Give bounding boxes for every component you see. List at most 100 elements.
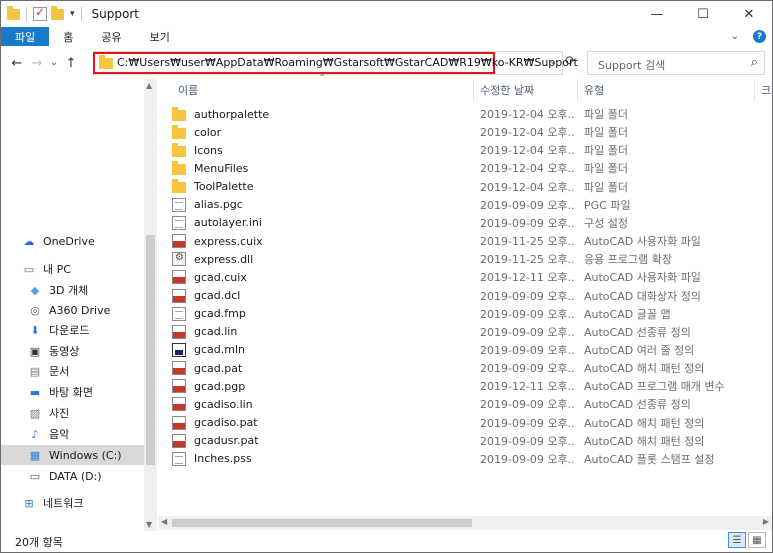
table-row[interactable]: gcad.mln 2019-09-09 오후... AutoCAD 여러 줄 정의 — [172, 341, 772, 359]
table-row[interactable]: autolayer.ini 2019-09-09 오후... 구성 설정 — [172, 214, 772, 232]
help-icon[interactable]: ? — [753, 30, 766, 43]
file-name-cell[interactable]: express.dll — [172, 250, 472, 268]
table-row[interactable]: alias.pgc 2019-09-09 오후... PGC 파일 — [172, 196, 772, 214]
table-row[interactable]: gcad.pat 2019-09-09 오후... AutoCAD 해치 패턴 정의 — [172, 359, 772, 377]
sidebar-item-label: 음악 — [49, 428, 70, 441]
navigation-scrollbar[interactable]: ▲ ▼ — [144, 79, 157, 531]
table-row[interactable]: gcadusr.pat 2019-09-09 오후... AutoCAD 해치 패턴… — [172, 432, 772, 450]
status-bar: 20개 항목 — [1, 531, 772, 552]
scrollbar-thumb[interactable] — [172, 519, 472, 527]
file-name-cell[interactable]: authorpalette — [172, 105, 472, 123]
expand-ribbon-icon[interactable]: ⌄ — [731, 31, 739, 42]
sidebar-item-music[interactable]: ♪ 음악 — [27, 424, 69, 444]
new-folder-icon[interactable] — [51, 5, 64, 20]
sidebar-item-network[interactable]: ⊞ 네트워크 — [21, 493, 83, 513]
sidebar-item-videos[interactable]: ▣ 동영상 — [27, 341, 80, 361]
file-date: 2019-11-25 오후... — [480, 253, 575, 267]
file-name-cell[interactable]: gcadusr.pat — [172, 432, 472, 450]
file-name-cell[interactable]: gcad.lin — [172, 323, 472, 341]
table-row[interactable]: express.dll 2019-11-25 오후... 응용 프로그램 확장 — [172, 250, 772, 268]
sidebar-item-label: 3D 개체 — [49, 284, 89, 297]
tab-home[interactable]: 홈 — [49, 27, 87, 46]
close-button[interactable]: ✕ — [726, 1, 772, 27]
up-button[interactable]: ↑ — [61, 56, 81, 71]
sidebar-item-label: 네트워크 — [43, 497, 84, 510]
scrollbar-thumb[interactable] — [146, 235, 155, 465]
large-icons-view-icon[interactable]: ▦ — [748, 532, 766, 548]
refresh-icon[interactable]: ⟳ — [565, 54, 576, 69]
table-row[interactable]: gcad.pgp 2019-12-11 오후... AutoCAD 프로그램 매개 … — [172, 377, 772, 395]
back-button[interactable]: ← — [7, 56, 27, 71]
sidebar-item-data-d[interactable]: ▭ DATA (D:) — [27, 466, 102, 486]
forward-button[interactable]: → — [27, 56, 47, 71]
search-input[interactable]: Support 검색 ⌕ — [587, 51, 765, 75]
file-name-cell[interactable]: gcadiso.lin — [172, 395, 472, 413]
sidebar-item-this-pc[interactable]: ▭ 내 PC — [21, 259, 71, 279]
file-name-cell[interactable]: gcad.dcl — [172, 287, 472, 305]
minimize-button[interactable]: — — [634, 1, 680, 27]
tab-view[interactable]: 보기 — [136, 27, 184, 46]
file-name-cell[interactable]: alias.pgc — [172, 196, 472, 214]
file-name-cell[interactable]: Inches.pss — [172, 450, 472, 468]
details-view-icon[interactable]: ☰ — [728, 532, 746, 548]
table-row[interactable]: gcad.dcl 2019-09-09 오후... AutoCAD 대화상자 정의 — [172, 287, 772, 305]
file-name-cell[interactable]: MenuFiles — [172, 159, 472, 177]
table-row[interactable]: Icons 2019-12-04 오후... 파일 폴더 — [172, 141, 772, 159]
file-name-cell[interactable]: express.cuix — [172, 232, 472, 250]
horizontal-scrollbar[interactable]: ◀ ▶ — [158, 516, 772, 530]
sidebar-item-onedrive[interactable]: ☁ OneDrive — [21, 231, 95, 251]
tab-share[interactable]: 공유 — [87, 27, 135, 46]
address-dropdown-icon[interactable]: ⌄ — [549, 56, 557, 67]
sidebar-item-downloads[interactable]: ⬇ 다운로드 — [27, 320, 89, 340]
file-name-cell[interactable]: gcad.pgp — [172, 377, 472, 395]
file-name-cell[interactable]: gcad.mln — [172, 341, 472, 359]
recent-locations-button[interactable]: ⌄ — [47, 58, 61, 68]
scroll-up-icon[interactable]: ▲ — [146, 81, 152, 90]
properties-icon[interactable] — [33, 5, 47, 21]
column-header-name[interactable]: 이름 — [172, 79, 474, 101]
column-header-type[interactable]: 유형 — [578, 79, 755, 101]
table-row[interactable]: Inches.pss 2019-09-09 오후... AutoCAD 플롯 스탬프… — [172, 450, 772, 468]
table-row[interactable]: gcad.cuix 2019-12-11 오후... AutoCAD 사용자화 파일 — [172, 268, 772, 286]
scroll-down-icon[interactable]: ▼ — [146, 520, 152, 529]
column-header-date[interactable]: 수정한 날짜 — [474, 79, 578, 101]
sidebar-item-3d-objects[interactable]: ◆ 3D 개체 — [27, 280, 88, 300]
table-row[interactable]: gcad.fmp 2019-09-09 오후... AutoCAD 글꼴 맵 — [172, 305, 772, 323]
sidebar-item-desktop[interactable]: ▬ 바탕 화면 — [27, 382, 93, 402]
scroll-left-icon[interactable]: ◀ — [161, 517, 167, 526]
table-row[interactable]: authorpalette 2019-12-04 오후... 파일 폴더 — [172, 105, 772, 123]
file-name-cell[interactable]: autolayer.ini — [172, 214, 472, 232]
table-row[interactable]: gcadiso.pat 2019-09-09 오후... AutoCAD 해치 패턴… — [172, 414, 772, 432]
table-row[interactable]: MenuFiles 2019-12-04 오후... 파일 폴더 — [172, 159, 772, 177]
windows-drive-icon: ▦ — [29, 448, 41, 462]
document-icon: ▤ — [29, 364, 41, 378]
file-type: 응용 프로그램 확장 — [584, 253, 672, 267]
sidebar-item-pictures[interactable]: ▨ 사진 — [27, 403, 69, 423]
tab-file[interactable]: 파일 — [1, 27, 50, 46]
file-name-cell[interactable]: gcadiso.pat — [172, 414, 472, 432]
file-name-cell[interactable]: gcad.cuix — [172, 268, 472, 286]
explorer-window: ▾ Support — ☐ ✕ 파일 홈 공유 보기 ⌄ ? ← → ⌄ ↑ C… — [0, 0, 773, 553]
address-path[interactable]: C:₩Users₩user₩AppData₩Roaming₩Gstarsoft₩… — [117, 56, 578, 69]
table-row[interactable]: express.cuix 2019-11-25 오후... AutoCAD 사용자화… — [172, 232, 772, 250]
sidebar-item-documents[interactable]: ▤ 문서 — [27, 361, 69, 381]
file-name: gcad.fmp — [194, 307, 246, 321]
file-name-cell[interactable]: color — [172, 123, 472, 141]
sidebar-item-a360-drive[interactable]: ◎ A360 Drive — [27, 300, 110, 320]
table-row[interactable]: color 2019-12-04 오후... 파일 폴더 — [172, 123, 772, 141]
file-name-cell[interactable]: ToolPalette — [172, 178, 472, 196]
search-icon[interactable]: ⌕ — [751, 55, 758, 70]
column-header-size[interactable]: 크기 — [755, 79, 773, 101]
customize-quick-access-icon[interactable]: ▾ — [70, 9, 75, 19]
file-name-cell[interactable]: gcad.fmp — [172, 305, 472, 323]
file-name-cell[interactable]: gcad.pat — [172, 359, 472, 377]
table-row[interactable]: gcad.lin 2019-09-09 오후... AutoCAD 선종류 정의 — [172, 323, 772, 341]
maximize-button[interactable]: ☐ — [680, 1, 726, 27]
sidebar-item-windows-c[interactable]: ▦ Windows (C:) — [1, 445, 144, 465]
scroll-right-icon[interactable]: ▶ — [763, 517, 769, 526]
file-name: authorpalette — [194, 107, 270, 121]
file-name-cell[interactable]: Icons — [172, 141, 472, 159]
folder-icon — [172, 142, 186, 157]
table-row[interactable]: ToolPalette 2019-12-04 오후... 파일 폴더 — [172, 178, 772, 196]
table-row[interactable]: gcadiso.lin 2019-09-09 오후... AutoCAD 선종류 정… — [172, 395, 772, 413]
